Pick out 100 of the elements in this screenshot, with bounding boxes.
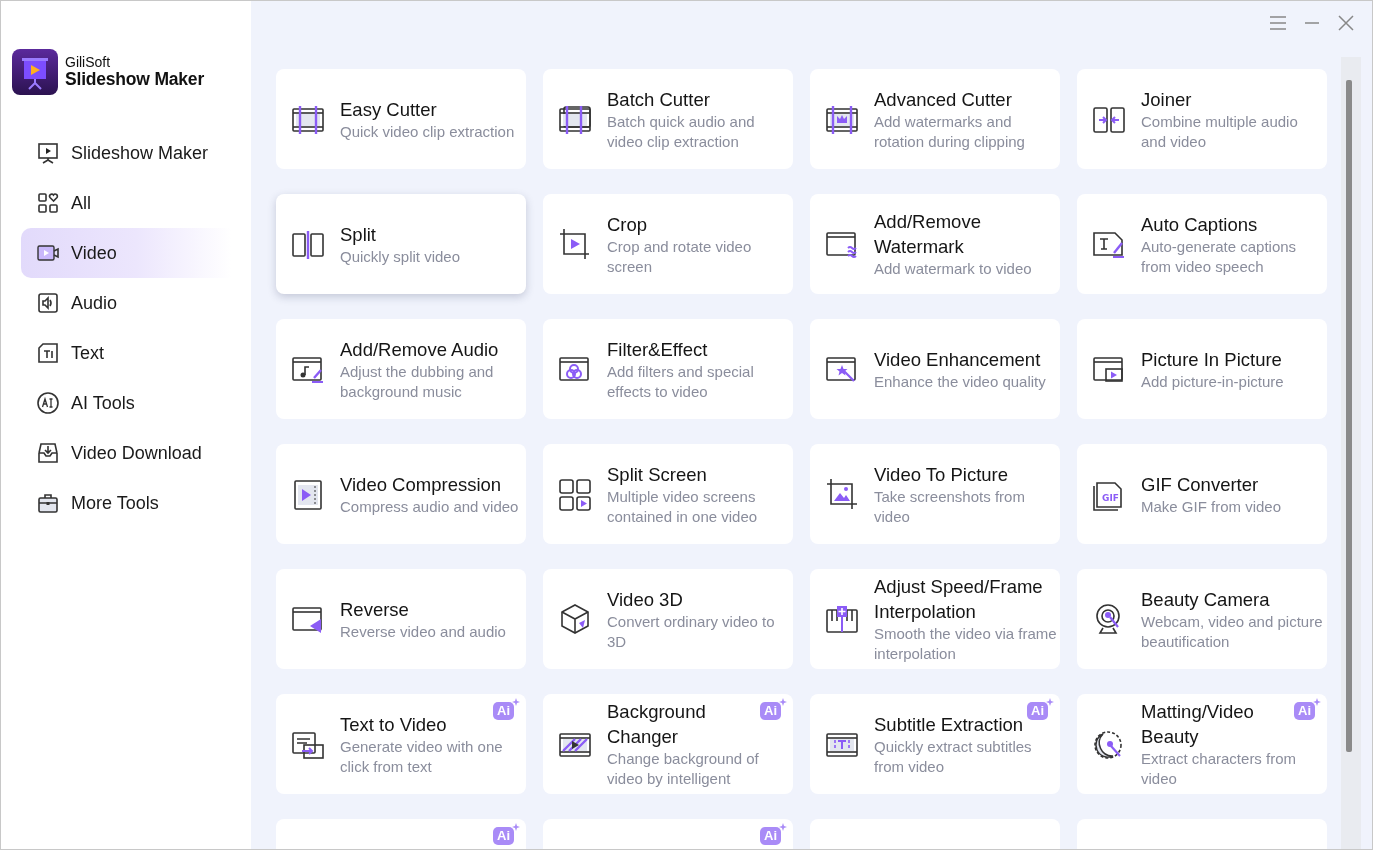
tool-title: Split Screen — [607, 462, 707, 487]
tool-card[interactable]: Add/Remove Audio Adjust the dubbing and background music — [276, 319, 526, 419]
menu-icon[interactable] — [1268, 13, 1288, 33]
sparkle-icon — [1313, 698, 1321, 706]
tool-card[interactable]: Matting/Video Beauty Extract characters from video Ai — [1077, 694, 1327, 794]
tool-title: Video Compression — [340, 472, 502, 497]
sparkle-icon — [1046, 698, 1054, 706]
tool-card[interactable]: Auto Captions Auto-generate captions from video speech — [1077, 194, 1327, 294]
tool-title: Beauty Camera — [1141, 587, 1270, 612]
tool-card[interactable]: Joiner Combine multiple audio and video — [1077, 69, 1327, 169]
tool-description: Multiple video screens contained in one video — [607, 486, 759, 527]
tool-description: Crop and rotate video screen — [607, 236, 753, 277]
tool-title: Adjust Speed/Frame Interpolation — [874, 575, 1044, 624]
tool-description: Take screenshots from video — [874, 486, 1026, 527]
tool-title: Joiner — [1141, 87, 1192, 112]
tool-card[interactable]: Subtitle Extraction Quickly extract subtitles from video Ai — [810, 694, 1060, 794]
tool-description: Auto-generate captions from video speech — [1141, 236, 1298, 277]
tool-description: Quick video clip extraction — [340, 121, 515, 142]
tool-description: Combine multiple audio and video — [1141, 111, 1299, 152]
toolbox-icon — [36, 491, 60, 515]
tool-description: Add picture-in-picture — [1141, 371, 1284, 392]
tool-description: Add filters and special effects to video — [607, 361, 755, 402]
grid-heart-icon — [36, 191, 60, 215]
ai-circle-icon — [36, 391, 60, 415]
sidebar-item[interactable]: Text — [21, 328, 231, 378]
tool-description: Quickly split video — [340, 246, 461, 267]
tool-card[interactable]: Split Screen Multiple video screens contained in one video — [543, 444, 793, 544]
tool-title: Batch Cutter — [607, 87, 710, 112]
tool-card[interactable]: Video To Picture Take screenshots from video — [810, 444, 1060, 544]
ai-badge: Ai — [1027, 702, 1048, 720]
tool-title: Matting/Video Beauty — [1141, 700, 1255, 749]
tool-card[interactable]: Video Enhancement Enhance the video quality — [810, 319, 1060, 419]
tool-card[interactable]: Batch Cutter Batch quick audio and video clip extraction — [543, 69, 793, 169]
tool-title: Add/Remove Watermark — [874, 210, 982, 259]
presentation-icon — [36, 141, 60, 165]
tool-description: Enhance the video quality — [874, 371, 1046, 392]
tool-title: Advanced Cutter — [874, 87, 1012, 112]
ai-badge: Ai — [493, 827, 514, 845]
sidebar-item[interactable]: AI Tools — [21, 378, 231, 428]
close-icon[interactable] — [1336, 13, 1356, 33]
scrollbar-thumb[interactable] — [1346, 80, 1352, 752]
tool-description: Compress audio and video — [340, 496, 519, 517]
tool-card[interactable]: Advanced Cutter Add watermarks and rotation during clipping — [810, 69, 1060, 169]
speaker-icon — [36, 291, 60, 315]
tool-card[interactable]: Video Compression Compress audio and video — [276, 444, 526, 544]
split-screen-icon — [557, 476, 593, 512]
ai-badge: Ai — [1294, 702, 1315, 720]
sidebar-item[interactable]: More Tools — [21, 478, 231, 528]
tool-card[interactable]: Add/Remove Watermark Add watermark to video — [810, 194, 1060, 294]
tool-title: Picture In Picture — [1141, 347, 1282, 372]
gif-label: GIF — [1102, 493, 1119, 503]
product-name: Slideshow Maker — [65, 70, 204, 89]
tool-card[interactable]: Text to Video Generate video with one click from text Ai — [276, 694, 526, 794]
tool-title: Background Changer — [607, 700, 707, 749]
tool-card[interactable]: Filter&Effect Add filters and special effects to video — [543, 319, 793, 419]
brand-name: GiliSoft — [65, 55, 112, 71]
tool-title: Crop — [607, 212, 648, 237]
app-logo-icon — [12, 49, 58, 95]
scrollbar[interactable] — [1341, 57, 1361, 849]
tool-title: Reverse — [340, 597, 409, 622]
tool-title: Video Enhancement — [874, 347, 1041, 372]
tool-description: Make GIF from video — [1141, 496, 1282, 517]
tool-title: Video 3D — [607, 587, 683, 612]
sidebar-item[interactable]: Slideshow Maker — [21, 128, 231, 178]
tool-description: Smooth the video via frame interpolation — [874, 624, 1058, 664]
ai-badge: Ai — [760, 827, 781, 845]
text-document-icon — [36, 341, 60, 365]
tool-card[interactable]: GIF GIF Converter Make GIF from video — [1077, 444, 1327, 544]
tool-description: Add watermark to video — [874, 259, 1032, 279]
tool-description: Webcam, video and picture beautification — [1141, 611, 1324, 652]
ai-badge: Ai — [760, 702, 781, 720]
sidebar-item[interactable]: Audio — [21, 278, 231, 328]
tool-title: Auto Captions — [1141, 212, 1258, 237]
tool-card[interactable]: Crop Crop and rotate video screen — [543, 194, 793, 294]
tool-title: Subtitle Extraction — [874, 712, 1024, 737]
tool-card[interactable]: Video 3D Convert ordinary video to 3D — [543, 569, 793, 669]
sparkle-icon — [779, 698, 787, 706]
tool-card[interactable]: Adjust Speed/Frame Interpolation Smooth the video via frame interpolation — [810, 569, 1060, 669]
tool-title: Text to Video — [340, 712, 447, 737]
tool-description: Convert ordinary video to 3D — [607, 611, 776, 652]
tool-title: Video To Picture — [874, 462, 1009, 487]
tool-card[interactable]: Beauty Camera Webcam, video and picture beautification — [1077, 569, 1327, 669]
tool-description: Add watermarks and rotation during clipping — [874, 111, 1026, 152]
tool-card[interactable]: Reverse Reverse video and audio — [276, 569, 526, 669]
tool-card[interactable]: Background Changer Change background of video by intelligent Ai — [543, 694, 793, 794]
tool-card[interactable]: Picture In Picture Add picture-in-picture — [1077, 319, 1327, 419]
tool-card[interactable]: Easy Cutter Quick video clip extraction — [276, 69, 526, 169]
sparkle-icon — [779, 823, 787, 831]
image-frame-icon — [824, 476, 860, 512]
tool-description: Batch quick audio and video clip extraction — [607, 111, 756, 152]
download-tray-icon — [36, 441, 60, 465]
tool-card[interactable]: Split Quickly split video — [276, 194, 526, 294]
tool-title: Add/Remove Audio — [340, 337, 499, 362]
sidebar-item[interactable]: All — [21, 178, 231, 228]
sparkle-icon — [512, 823, 520, 831]
tool-title: Split — [340, 222, 376, 247]
tool-title: Easy Cutter — [340, 97, 437, 122]
sidebar-item[interactable]: Video Download — [21, 428, 231, 478]
tool-description: Change background of video by intelligent — [607, 749, 760, 789]
tool-description: Reverse video and audio — [340, 621, 506, 642]
